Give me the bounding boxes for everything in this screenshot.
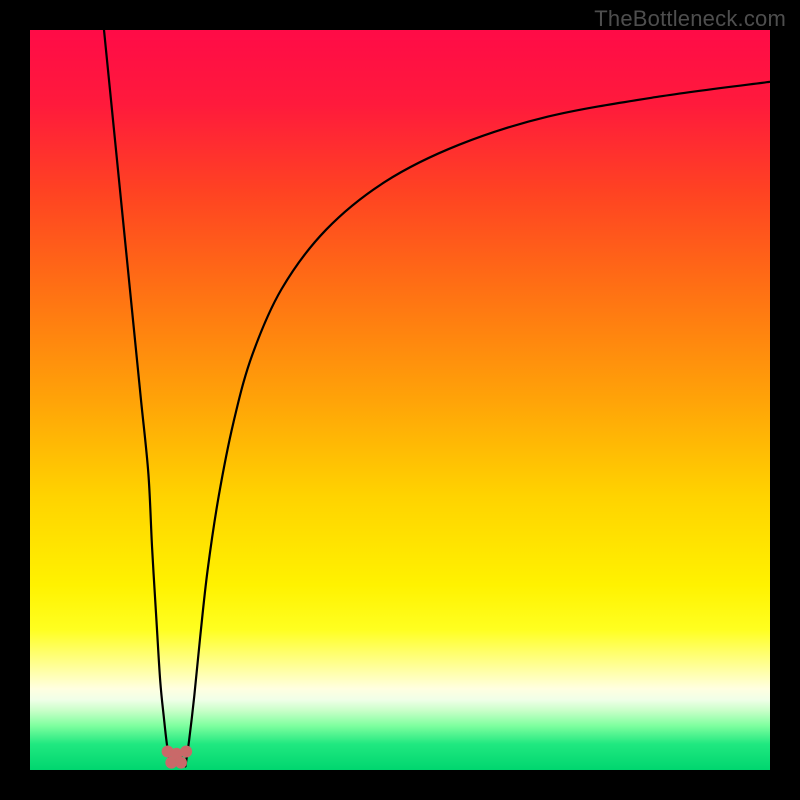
watermark-text: TheBottleneck.com bbox=[594, 6, 786, 32]
bottleneck-curve bbox=[30, 30, 770, 770]
plot-area bbox=[30, 30, 770, 770]
valley-dot bbox=[180, 746, 192, 758]
chart-frame: TheBottleneck.com bbox=[0, 0, 800, 800]
valley-dot bbox=[175, 757, 187, 769]
